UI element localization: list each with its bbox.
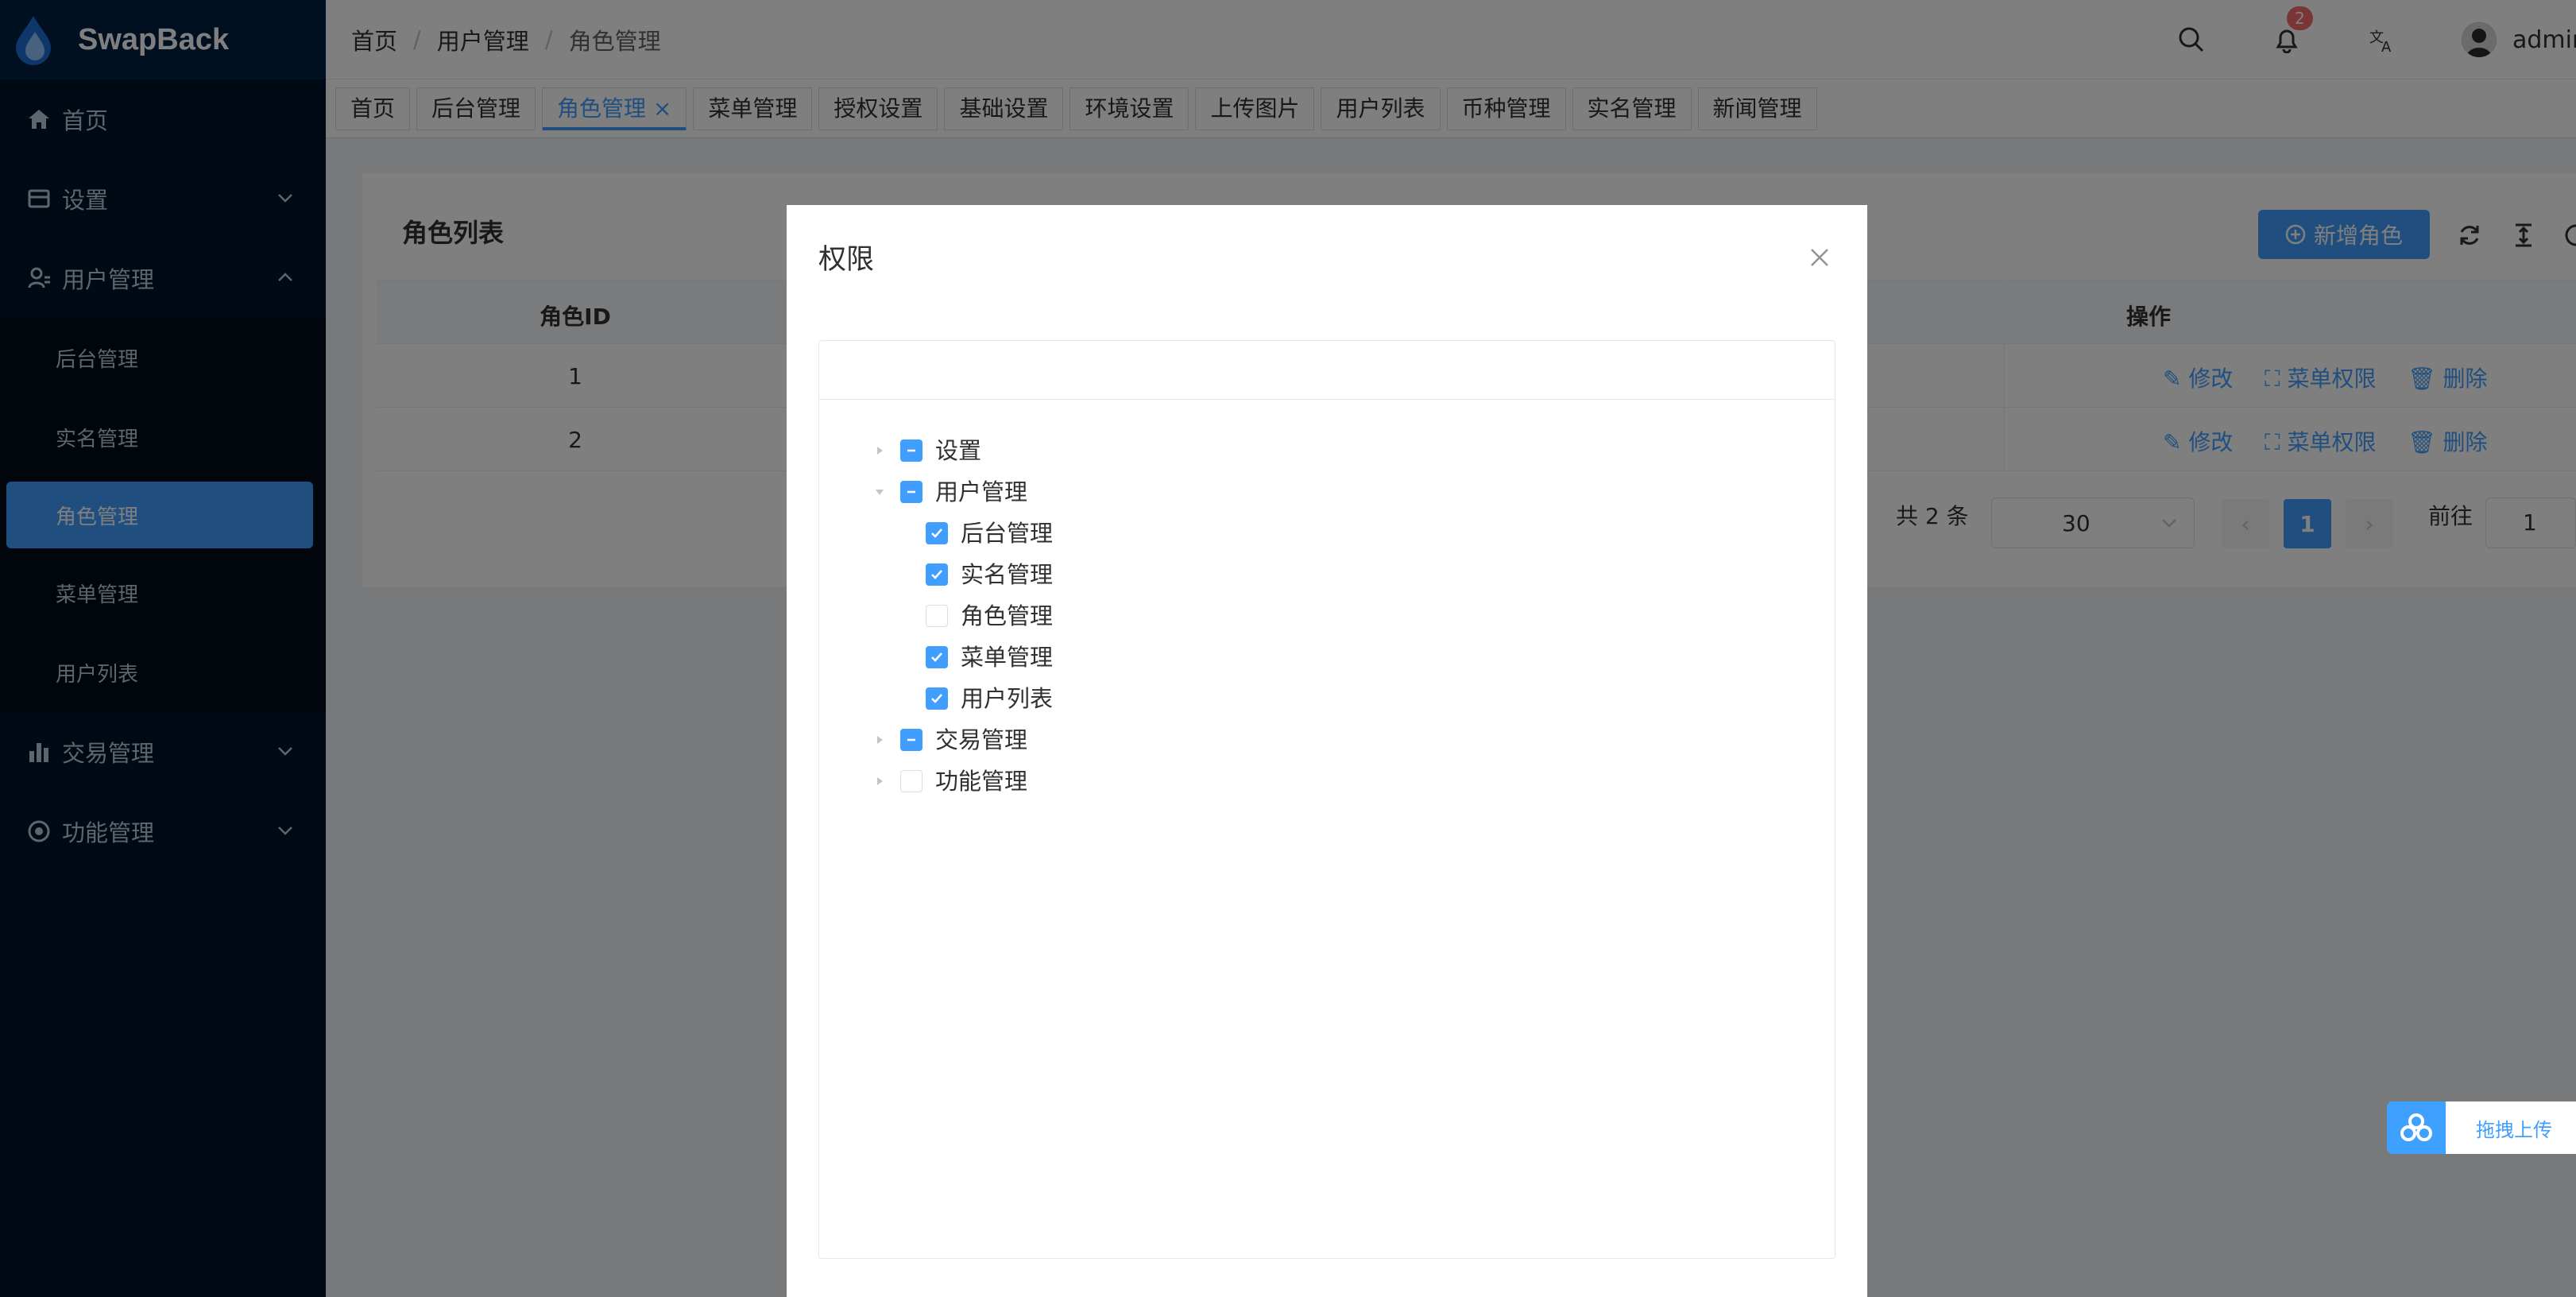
tree-node-realname-management[interactable]: 实名管理 xyxy=(819,554,1835,595)
tree-node-settings[interactable]: 设置 xyxy=(819,430,1835,471)
tree-checkbox-checked[interactable] xyxy=(926,646,948,668)
tree-node-label: 角色管理 xyxy=(961,602,1054,629)
tree-node-menu-management[interactable]: 菜单管理 xyxy=(819,637,1835,678)
dialog-title: 权限 xyxy=(818,244,875,276)
drag-upload-label: 拖拽上传 xyxy=(2476,1118,2552,1141)
caret-right-icon[interactable] xyxy=(864,724,895,756)
tree-checkbox-checked[interactable] xyxy=(926,563,948,586)
tree-node-admin-management[interactable]: 后台管理 xyxy=(819,513,1835,554)
permission-dialog: 权限 设置 用户管理 后台管理 实名管理 角色管理 菜单管理 用户列表 交易管理… xyxy=(787,205,1867,1297)
caret-right-icon[interactable] xyxy=(864,435,895,467)
permission-tree-box: 设置 用户管理 后台管理 实名管理 角色管理 菜单管理 用户列表 交易管理 功能… xyxy=(818,340,1835,1259)
tree-checkbox-checked[interactable] xyxy=(926,522,948,544)
tree-node-trade-management[interactable]: 交易管理 xyxy=(819,719,1835,761)
tree-checkbox-checked[interactable] xyxy=(926,687,948,710)
tree-node-label: 用户管理 xyxy=(935,478,1028,505)
tree-node-role-management[interactable]: 角色管理 xyxy=(819,595,1835,637)
tree-node-label: 后台管理 xyxy=(961,520,1054,547)
close-icon[interactable] xyxy=(1808,246,1831,269)
tree-checkbox-indeterminate[interactable] xyxy=(900,729,922,751)
tree-node-user-list[interactable]: 用户列表 xyxy=(819,678,1835,719)
tree-filter-input[interactable] xyxy=(819,341,1835,400)
tree-node-label: 用户列表 xyxy=(961,685,1054,712)
caret-down-icon[interactable] xyxy=(864,476,895,508)
tree-node-label: 交易管理 xyxy=(935,726,1028,753)
drag-upload-widget[interactable]: 拖拽上传 xyxy=(2387,1101,2576,1154)
tree-node-label: 功能管理 xyxy=(935,768,1028,795)
tree-checkbox-indeterminate[interactable] xyxy=(900,439,922,462)
caret-right-icon[interactable] xyxy=(864,765,895,797)
tree-checkbox-unchecked[interactable] xyxy=(926,605,948,627)
tree-node-label: 菜单管理 xyxy=(961,644,1054,671)
tree-node-label: 设置 xyxy=(935,437,982,464)
tree-node-function-management[interactable]: 功能管理 xyxy=(819,761,1835,802)
tree-node-label: 实名管理 xyxy=(961,561,1054,588)
permission-tree: 设置 用户管理 后台管理 实名管理 角色管理 菜单管理 用户列表 交易管理 功能… xyxy=(819,430,1835,802)
tree-checkbox-unchecked[interactable] xyxy=(900,770,922,792)
tree-node-user-management[interactable]: 用户管理 xyxy=(819,471,1835,513)
cloud-upload-icon xyxy=(2387,1101,2446,1154)
tree-checkbox-indeterminate[interactable] xyxy=(900,481,922,503)
